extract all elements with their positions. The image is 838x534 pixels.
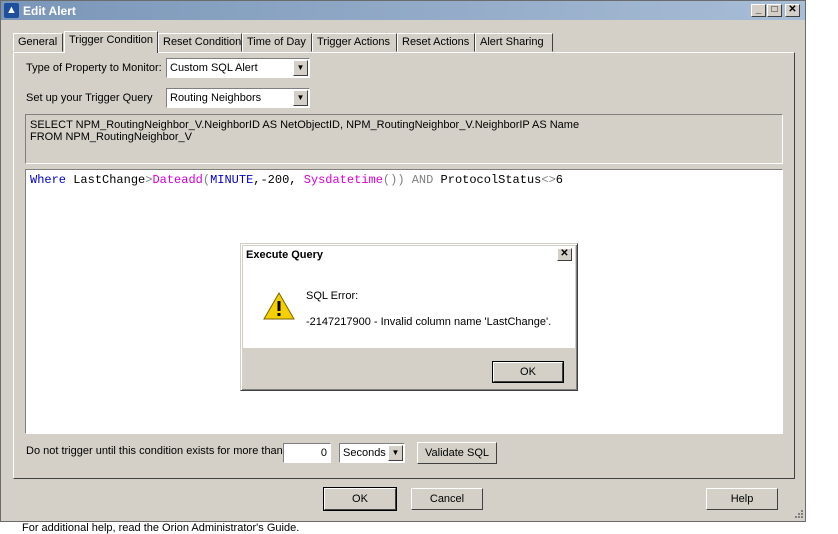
tab-general[interactable]: General	[13, 33, 63, 52]
resize-grip-icon[interactable]	[790, 507, 804, 521]
dialog-title-bar: Execute Query ✕	[243, 246, 575, 264]
dialog-heading: SQL Error:	[306, 290, 359, 302]
status-help-text: For additional help, read the Orion Admi…	[22, 522, 300, 534]
maximize-button[interactable]: □	[767, 4, 782, 17]
tab-trigger-actions[interactable]: Trigger Actions	[312, 33, 397, 52]
dialog-body: SQL Error: -2147217900 - Invalid column …	[243, 264, 575, 348]
dialog-message: -2147217900 - Invalid column name 'LastC…	[306, 316, 552, 328]
dialog-title: Execute Query	[246, 249, 324, 261]
minimize-button[interactable]: _	[751, 4, 766, 17]
dialog-footer: OK	[243, 348, 575, 388]
warning-icon	[263, 292, 295, 320]
close-button[interactable]: ✕	[785, 4, 800, 17]
tab-alert-sharing[interactable]: Alert Sharing	[475, 33, 553, 52]
execute-query-dialog: Execute Query ✕ SQL Error: -2147217900 -…	[240, 243, 578, 391]
tab-reset-condition[interactable]: Reset Condition	[158, 33, 242, 52]
tab-time-of-day[interactable]: Time of Day	[242, 33, 312, 52]
ok-button[interactable]: OK	[323, 487, 397, 511]
dialog-close-button[interactable]: ✕	[557, 248, 572, 261]
app-icon: ▲	[4, 3, 19, 18]
cancel-button[interactable]: Cancel	[411, 488, 483, 510]
dialog-ok-button[interactable]: OK	[492, 361, 564, 383]
help-button[interactable]: Help	[706, 488, 778, 510]
window-title: Edit Alert	[23, 4, 76, 18]
title-bar: ▲ Edit Alert _ □ ✕	[1, 1, 805, 20]
tab-trigger-condition[interactable]: Trigger Condition	[64, 31, 158, 53]
tab-reset-actions[interactable]: Reset Actions	[397, 33, 475, 52]
